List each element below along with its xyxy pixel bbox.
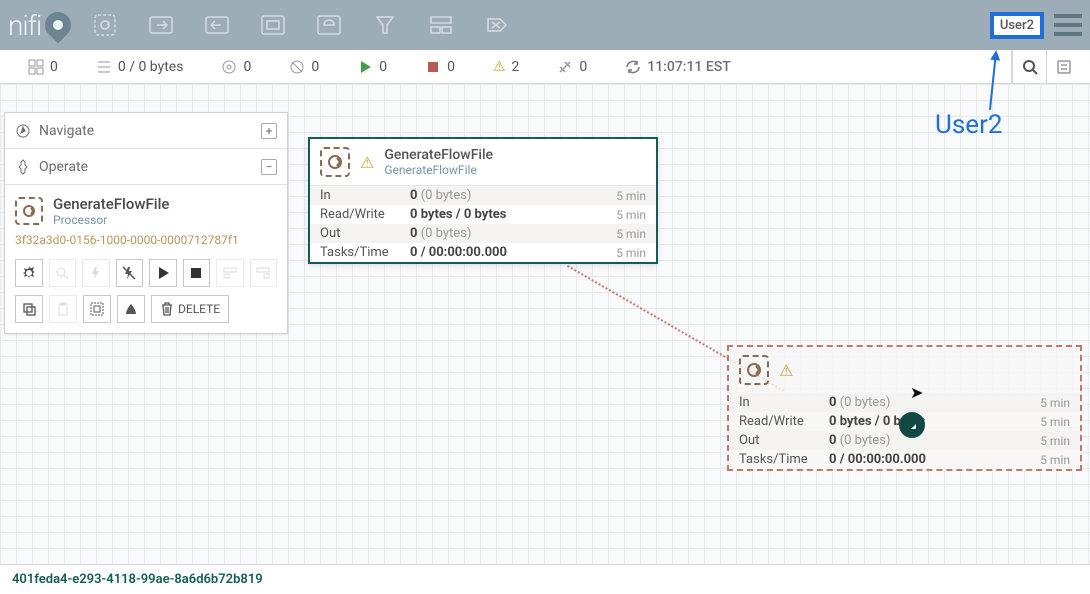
operate-collapse-icon[interactable]: −: [261, 159, 277, 175]
template-icon[interactable]: [427, 11, 455, 39]
paste-button: [49, 295, 77, 323]
breadcrumb-root[interactable]: 401feda4-e293-4118-99ae-8a6d6b72b819: [12, 572, 263, 587]
enable-button: [82, 259, 110, 287]
processor-card-ghost[interactable]: ⚠ In0 (0 bytes)5 minRead/Write0 bytes / …: [727, 345, 1082, 471]
disable-button[interactable]: [116, 259, 144, 287]
delete-button[interactable]: DELETE: [151, 295, 229, 323]
status-groups: 0: [10, 59, 76, 75]
stat-row: Tasks/Time0 / 00:00:00.0005 min: [310, 243, 656, 262]
configure-button[interactable]: [15, 259, 43, 287]
connection-drop-icon[interactable]: [899, 412, 925, 438]
status-invalid: ⚠ 2: [475, 59, 537, 75]
view-button: [49, 259, 77, 287]
processor-icon: [15, 197, 43, 225]
remote-group-icon[interactable]: [315, 11, 343, 39]
operate-panel-body: GenerateFlowFile Processor 3f32a3d0-0156…: [5, 185, 287, 333]
stop-button[interactable]: [183, 259, 211, 287]
funnel-icon[interactable]: [371, 11, 399, 39]
copy-button[interactable]: [15, 295, 43, 323]
label-icon[interactable]: [483, 11, 511, 39]
processor-icon: [739, 355, 769, 385]
status-remote-in: 0: [203, 59, 269, 75]
warning-icon: ⚠: [493, 59, 506, 75]
status-stopped: 0: [407, 59, 473, 75]
output-port-icon[interactable]: [203, 11, 231, 39]
processor-stats-table: In0 (0 bytes)5 minRead/Write0 bytes / 0 …: [310, 186, 656, 262]
group-button[interactable]: [83, 295, 111, 323]
status-disabled: 0: [539, 59, 605, 75]
processor-icon: [320, 147, 350, 177]
side-panels: Navigate + Operate − GenerateFlowFile Pr…: [4, 112, 288, 334]
operate-panel-header[interactable]: Operate −: [5, 149, 287, 185]
navigate-panel-header[interactable]: Navigate +: [5, 113, 287, 149]
logo-text: nifi: [8, 9, 41, 42]
operate-proc-type: Processor: [53, 213, 169, 227]
hamburger-menu-icon[interactable]: [1054, 14, 1082, 36]
processor-icon[interactable]: [91, 11, 119, 39]
status-running: 0: [339, 59, 405, 75]
template-button: [216, 259, 244, 287]
operate-proc-uuid: 3f32a3d0-0156-1000-0000-0000712787f1: [15, 233, 277, 247]
processor-card-generateflowfile[interactable]: ⚠ GenerateFlowFile GenerateFlowFile In0 …: [308, 137, 658, 264]
logo: nifi: [8, 9, 71, 42]
input-port-icon[interactable]: [147, 11, 175, 39]
navigate-expand-icon[interactable]: +: [261, 123, 277, 139]
stat-row: In0 (0 bytes)5 min: [729, 393, 1080, 412]
upload-template-button: [250, 259, 278, 287]
status-refresh: 11:07:11 EST: [607, 59, 749, 75]
flow-canvas[interactable]: Navigate + Operate − GenerateFlowFile Pr…: [0, 84, 1090, 564]
status-bar: 0 0 / 0 bytes 0 0 0 0 ⚠ 2 0 11:07:11 EST: [0, 50, 1090, 84]
search-button[interactable]: [1012, 50, 1046, 84]
stat-row: Out0 (0 bytes)5 min: [310, 224, 656, 243]
bulletin-button[interactable]: [1046, 50, 1080, 84]
status-queued: 0 / 0 bytes: [78, 59, 202, 75]
operate-proc-name: GenerateFlowFile: [53, 195, 169, 213]
stat-row: Read/Write0 bytes / 0 bytes5 min: [310, 205, 656, 224]
processor-name: GenerateFlowFile: [384, 147, 493, 163]
annotation-label: User2: [935, 110, 1003, 140]
start-button[interactable]: [149, 259, 177, 287]
warning-icon: ⚠: [360, 153, 374, 172]
user-badge[interactable]: User2: [990, 12, 1044, 39]
logo-drop-icon: [40, 7, 77, 44]
stat-row: In0 (0 bytes)5 min: [310, 186, 656, 205]
color-button[interactable]: [117, 295, 145, 323]
component-palette: [91, 11, 511, 39]
top-toolbar: nifi User2: [0, 0, 1090, 50]
stat-row: Tasks/Time0 / 00:00:00.0005 min: [729, 450, 1080, 469]
processor-type: GenerateFlowFile: [384, 163, 493, 177]
breadcrumb-bar[interactable]: 401feda4-e293-4118-99ae-8a6d6b72b819: [0, 564, 1090, 594]
warning-icon: ⚠: [779, 361, 793, 380]
status-remote-out: 0: [271, 59, 337, 75]
process-group-icon[interactable]: [259, 11, 287, 39]
